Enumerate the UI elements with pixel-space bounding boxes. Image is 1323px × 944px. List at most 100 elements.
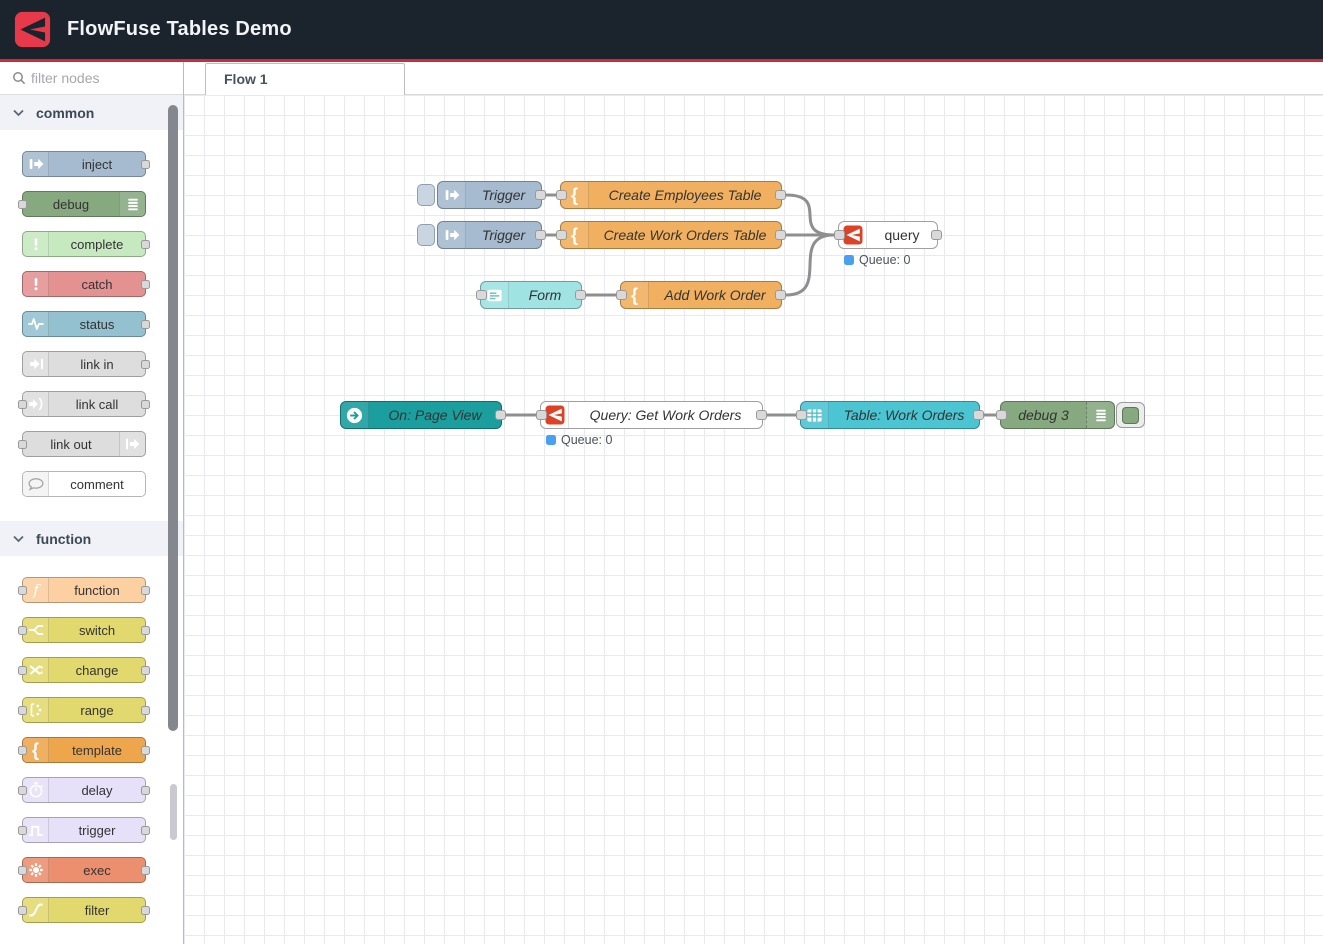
node-output-port[interactable] (775, 190, 786, 200)
node-input-port[interactable] (996, 410, 1007, 420)
debug-toggle-inner (1122, 407, 1139, 424)
flow-node-table-work-orders[interactable]: Table: Work Orders (800, 401, 980, 429)
wire-template-add-work-order-to-tables-query[interactable] (786, 235, 834, 295)
node-output-port[interactable] (141, 400, 150, 409)
node-input-port[interactable] (18, 906, 27, 915)
queue-status-badge: Queue: 0 (546, 433, 612, 447)
inject-arrow-icon (438, 222, 466, 248)
link-out-arrow-icon (119, 432, 145, 456)
svg-text:f: f (32, 583, 41, 599)
palette-section-label: function (36, 531, 91, 547)
node-input-port[interactable] (18, 866, 27, 875)
node-output-port[interactable] (535, 230, 546, 240)
node-output-port[interactable] (141, 240, 150, 249)
node-input-port[interactable] (18, 586, 27, 595)
debug-toggle-button[interactable] (1116, 402, 1145, 428)
node-input-port[interactable] (18, 706, 27, 715)
palette-node-change[interactable]: change (22, 657, 146, 683)
palette-node-inject[interactable]: inject (22, 151, 146, 177)
status-pulse-icon (23, 312, 49, 336)
node-output-port[interactable] (775, 230, 786, 240)
flow-node-tables-query[interactable]: query (838, 221, 938, 249)
node-output-port[interactable] (141, 826, 150, 835)
flow-node-inject-trigger-1[interactable]: Trigger (437, 181, 542, 209)
node-output-port[interactable] (141, 280, 150, 289)
flow-node-template-create-employees[interactable]: {Create Employees Table (560, 181, 782, 209)
palette-node-trigger[interactable]: trigger (22, 817, 146, 843)
palette-scrollbar[interactable] (168, 105, 178, 731)
palette-node-filter[interactable]: filter (22, 897, 146, 923)
node-input-port[interactable] (18, 440, 27, 449)
flow-canvas[interactable]: Trigger {Create Employees Table Trigger {Cr… (184, 95, 1323, 944)
filter-nodes-input[interactable] (0, 62, 183, 94)
tab-flow-1[interactable]: Flow 1 (205, 63, 405, 95)
flow-node-query-get-work-orders[interactable]: Query: Get Work Orders (540, 401, 763, 429)
palette-node-exec[interactable]: exec (22, 857, 146, 883)
comment-bubble-icon (23, 472, 49, 496)
node-output-port[interactable] (973, 410, 984, 420)
inject-button[interactable] (417, 184, 435, 206)
debug-output-icon (1086, 402, 1114, 428)
node-input-port[interactable] (18, 746, 27, 755)
node-output-port[interactable] (141, 706, 150, 715)
node-input-port[interactable] (18, 666, 27, 675)
node-output-port[interactable] (535, 190, 546, 200)
node-output-port[interactable] (141, 360, 150, 369)
tab-flow-1-label: Flow 1 (206, 64, 404, 94)
node-output-port[interactable] (141, 866, 150, 875)
palette-node-function[interactable]: ffunction (22, 577, 146, 603)
flow-node-debug-3[interactable]: debug 3 (1000, 401, 1115, 429)
palette-scrollbar-secondary[interactable] (170, 784, 177, 840)
node-output-port[interactable] (575, 290, 586, 300)
search-icon (12, 71, 26, 85)
node-output-port[interactable] (931, 230, 942, 240)
node-input-port[interactable] (556, 190, 567, 200)
node-input-port[interactable] (18, 200, 27, 209)
node-output-port[interactable] (141, 786, 150, 795)
palette-node-switch[interactable]: switch (22, 617, 146, 643)
node-output-port[interactable] (775, 290, 786, 300)
node-output-port[interactable] (141, 626, 150, 635)
node-output-port[interactable] (141, 906, 150, 915)
node-output-port[interactable] (141, 666, 150, 675)
wire-template-create-employees-to-tables-query[interactable] (786, 195, 834, 235)
node-input-port[interactable] (616, 290, 627, 300)
node-input-port[interactable] (476, 290, 487, 300)
node-output-port[interactable] (141, 746, 150, 755)
chevron-down-icon (13, 109, 24, 117)
palette-node-link-in[interactable]: link in (22, 351, 146, 377)
flow-node-ui-form[interactable]: Form (480, 281, 582, 309)
palette-node-debug[interactable]: debug (22, 191, 146, 217)
palette-node-delay[interactable]: delay (22, 777, 146, 803)
node-input-port[interactable] (18, 826, 27, 835)
node-input-port[interactable] (556, 230, 567, 240)
node-output-port[interactable] (141, 586, 150, 595)
palette-node-range[interactable]: range (22, 697, 146, 723)
debug-output-icon (119, 192, 145, 216)
palette-node-link-call[interactable]: link call (22, 391, 146, 417)
node-output-port[interactable] (756, 410, 767, 420)
flow-node-on-page-view[interactable]: On: Page View (340, 401, 502, 429)
queue-status-text: Queue: 0 (561, 433, 612, 447)
node-input-port[interactable] (18, 400, 27, 409)
palette-node-link-out[interactable]: link out (22, 431, 146, 457)
flow-node-template-add-work-order[interactable]: {Add Work Order (620, 281, 782, 309)
palette-node-template[interactable]: {template (22, 737, 146, 763)
palette-section-header-common[interactable]: common (0, 95, 183, 130)
palette-section-header-function[interactable]: function (0, 521, 183, 556)
node-input-port[interactable] (796, 410, 807, 420)
inject-button[interactable] (417, 224, 435, 246)
node-output-port[interactable] (495, 410, 506, 420)
flow-node-inject-trigger-2[interactable]: Trigger (437, 221, 542, 249)
palette-node-catch[interactable]: catch (22, 271, 146, 297)
node-input-port[interactable] (834, 230, 845, 240)
palette-node-comment[interactable]: comment (22, 471, 146, 497)
node-output-port[interactable] (141, 320, 150, 329)
node-input-port[interactable] (18, 786, 27, 795)
flow-node-template-create-work-orders[interactable]: {Create Work Orders Table (560, 221, 782, 249)
palette-node-complete[interactable]: complete (22, 231, 146, 257)
node-input-port[interactable] (536, 410, 547, 420)
node-input-port[interactable] (18, 626, 27, 635)
node-output-port[interactable] (141, 160, 150, 169)
palette-node-status[interactable]: status (22, 311, 146, 337)
